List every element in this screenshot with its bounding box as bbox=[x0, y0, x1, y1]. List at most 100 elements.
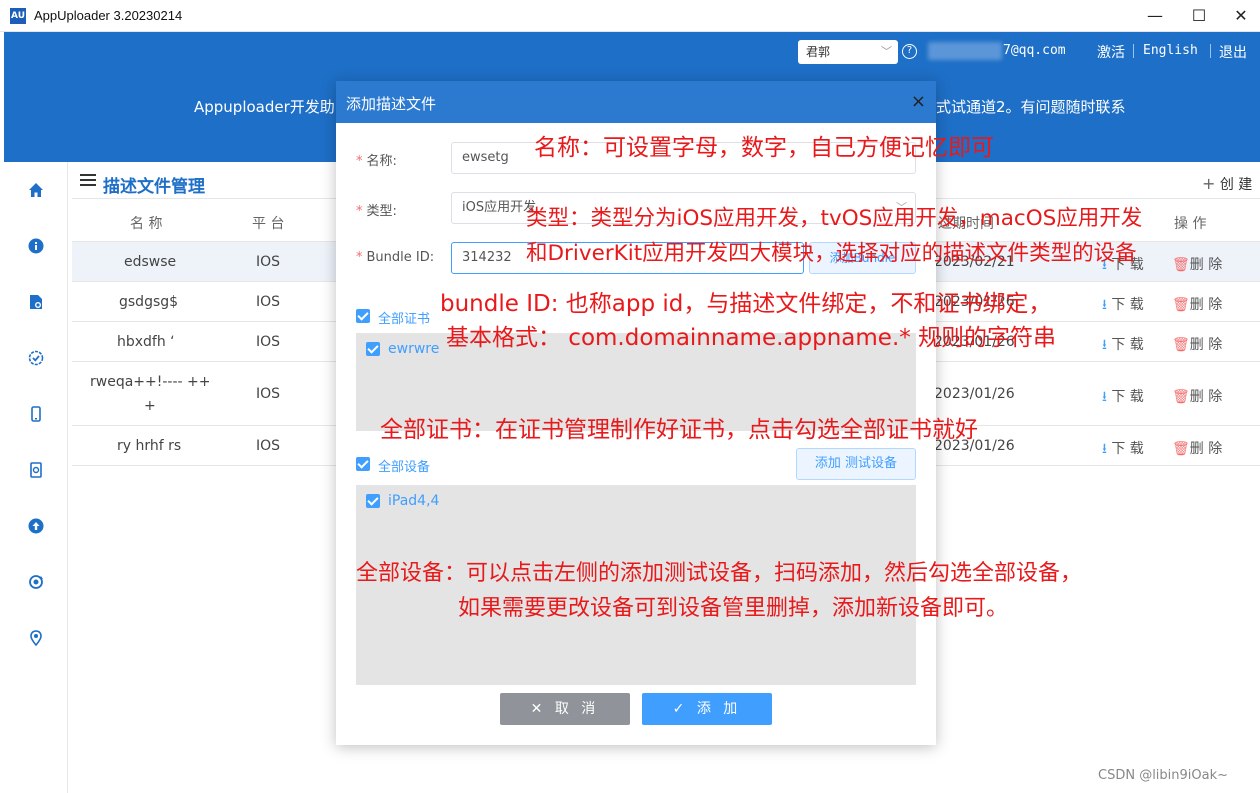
minimize-button[interactable]: — bbox=[1132, 0, 1178, 32]
location-icon[interactable] bbox=[28, 630, 44, 646]
create-label: 创 建 bbox=[1219, 177, 1253, 193]
certificate-icon[interactable] bbox=[28, 294, 44, 310]
download-label: 下 载 bbox=[1111, 389, 1144, 405]
row-platform: IOS bbox=[256, 334, 281, 350]
add-test-device-button[interactable]: 添加 测试设备 bbox=[796, 448, 916, 480]
device-item-label[interactable]: iPad4,4 bbox=[388, 493, 439, 509]
name-label-text: 名称: bbox=[366, 154, 397, 169]
cancel-button[interactable]: ✕ 取 消 bbox=[500, 693, 630, 725]
title-bar: AU AppUploader 3.20230214 — ☐ ✕ bbox=[0, 0, 1260, 32]
row-name: ry hrhf rs bbox=[117, 438, 182, 454]
all-devices-checkbox[interactable] bbox=[356, 457, 370, 471]
download-button[interactable]: ⭳ 下 载 bbox=[1102, 334, 1144, 358]
delete-label: 删 除 bbox=[1189, 441, 1223, 457]
cert-checkbox[interactable] bbox=[366, 342, 380, 356]
notice-text: Appuploader开发助 bbox=[194, 98, 335, 116]
device-checkbox[interactable] bbox=[366, 494, 380, 508]
watermark: CSDN @libin9iOak~ bbox=[1098, 768, 1229, 783]
trash-icon: 🗑 bbox=[1172, 297, 1190, 313]
type-select-value: iOS应用开发 bbox=[462, 200, 537, 215]
upload-icon[interactable] bbox=[28, 518, 44, 534]
home-icon[interactable] bbox=[28, 182, 44, 198]
row-platform: IOS bbox=[256, 294, 281, 310]
delete-button[interactable]: 🗑删 除 bbox=[1172, 438, 1222, 458]
chevron-down-icon: ﹀ bbox=[881, 45, 892, 58]
divider bbox=[1133, 44, 1134, 58]
account-select[interactable]: 君郭 ﹀ bbox=[798, 40, 898, 64]
annotation-type-2: 和DriverKit应用开发四大模块，选择对应的描述文件类型的设备 bbox=[526, 241, 1137, 266]
bundle-id-label-text: Bundle ID: bbox=[366, 250, 435, 265]
name-label: * 名称: bbox=[356, 154, 397, 169]
delete-button[interactable]: 🗑删 除 bbox=[1172, 294, 1222, 314]
download-icon: ⭳ bbox=[1102, 441, 1107, 457]
download-icon: ⭳ bbox=[1102, 297, 1107, 313]
menu-icon[interactable] bbox=[80, 174, 96, 186]
dialog-close-button[interactable]: × bbox=[911, 91, 926, 112]
delete-label: 删 除 bbox=[1189, 389, 1223, 405]
annotation-certs: 全部证书：在证书管理制作好证书，点击勾选全部证书就好 bbox=[380, 417, 978, 443]
sidebar bbox=[4, 162, 68, 793]
row-platform: IOS bbox=[256, 386, 281, 402]
cert-item-label[interactable]: ewrwre bbox=[388, 341, 439, 357]
annotation-devices-1: 全部设备：可以点击左侧的添加测试设备，扫码添加，然后勾选全部设备， bbox=[356, 561, 1083, 586]
all-devices-label[interactable]: 全部设备 bbox=[378, 456, 430, 475]
annotation-devices-2: 如果需要更改设备可到设备管里删掉，添加新设备即可。 bbox=[458, 596, 1009, 621]
download-label: 下 载 bbox=[1111, 441, 1144, 457]
type-label-text: 类型: bbox=[366, 204, 397, 219]
delete-label: 删 除 bbox=[1189, 337, 1223, 353]
row-name: hbxdfh ‘ bbox=[117, 334, 175, 350]
window-title: AppUploader 3.20230214 bbox=[34, 8, 183, 23]
maximize-button[interactable]: ☐ bbox=[1176, 0, 1222, 32]
trash-icon: 🗑 bbox=[1172, 257, 1190, 273]
all-certs-checkbox[interactable] bbox=[356, 309, 370, 323]
app-logo-icon: AU bbox=[10, 8, 26, 24]
add-button[interactable]: ✓ 添 加 bbox=[642, 693, 772, 725]
sync-icon[interactable] bbox=[28, 574, 44, 590]
download-icon: ⭳ bbox=[1102, 389, 1107, 405]
delete-button[interactable]: 🗑删 除 bbox=[1172, 254, 1222, 274]
dialog-header: 添加描述文件 × bbox=[336, 81, 936, 123]
delete-button[interactable]: 🗑删 除 bbox=[1172, 334, 1222, 354]
download-button[interactable]: ⭳ 下 载 bbox=[1102, 386, 1144, 410]
column-action: 操 作 bbox=[1174, 216, 1207, 232]
download-label: 下 载 bbox=[1111, 337, 1144, 353]
activate-link[interactable]: 激活 bbox=[1097, 42, 1125, 62]
logout-link[interactable]: 退出 bbox=[1219, 42, 1247, 62]
dialog-title: 添加描述文件 bbox=[346, 95, 437, 113]
download-label: 下 载 bbox=[1111, 297, 1144, 313]
info-icon[interactable] bbox=[28, 238, 44, 254]
close-window-button[interactable]: ✕ bbox=[1218, 0, 1260, 32]
delete-label: 删 除 bbox=[1189, 257, 1223, 273]
row-expiry: 2023/01/26 bbox=[934, 386, 1015, 402]
row-platform: IOS bbox=[256, 438, 281, 454]
account-email: 7@qq.com bbox=[1003, 43, 1066, 58]
help-icon[interactable]: ? bbox=[902, 44, 917, 59]
trash-icon: 🗑 bbox=[1172, 337, 1190, 353]
annotation-bundle-2: 基本格式： com.domainname.appname.* 规则的字符串 bbox=[446, 325, 1057, 351]
type-label: * 类型: bbox=[356, 204, 397, 219]
download-button[interactable]: ⭳ 下 载 bbox=[1102, 294, 1144, 318]
download-button[interactable]: ⭳ 下 载 bbox=[1102, 438, 1144, 462]
profile-file-icon[interactable] bbox=[28, 462, 44, 478]
annotation-name: 名称：可设置字母，数字，自己方便记忆即可 bbox=[534, 135, 994, 161]
bundle-id-label: * Bundle ID: bbox=[356, 250, 435, 265]
row-platform: IOS bbox=[256, 254, 281, 270]
delete-label: 删 除 bbox=[1189, 297, 1223, 313]
blurred-email bbox=[928, 42, 1002, 60]
annotation-bundle-1: bundle ID: 也称app id，与描述文件绑定，不和证书绑定， bbox=[440, 291, 1052, 317]
trash-icon: 🗑 bbox=[1172, 441, 1190, 457]
device-icon[interactable] bbox=[28, 406, 44, 422]
all-certs-label[interactable]: 全部证书 bbox=[378, 308, 430, 327]
divider bbox=[1210, 44, 1211, 58]
row-name: rweqa++!---- ++ bbox=[90, 374, 211, 390]
verified-icon[interactable] bbox=[28, 350, 44, 366]
delete-button[interactable]: 🗑删 除 bbox=[1172, 386, 1222, 406]
plus-icon: + bbox=[1202, 174, 1216, 193]
annotation-type-1: 类型：类型分为iOS应用开发，tvOS应用开发，macOS应用开发 bbox=[526, 206, 1143, 231]
account-select-value: 君郭 bbox=[806, 45, 831, 59]
column-name: 名 称 bbox=[130, 216, 163, 232]
english-link[interactable]: English bbox=[1143, 43, 1198, 58]
row-name: gsdgsg$ bbox=[119, 294, 179, 310]
column-platform: 平 台 bbox=[252, 216, 285, 232]
create-button[interactable]: + 创 建 bbox=[1202, 174, 1252, 194]
